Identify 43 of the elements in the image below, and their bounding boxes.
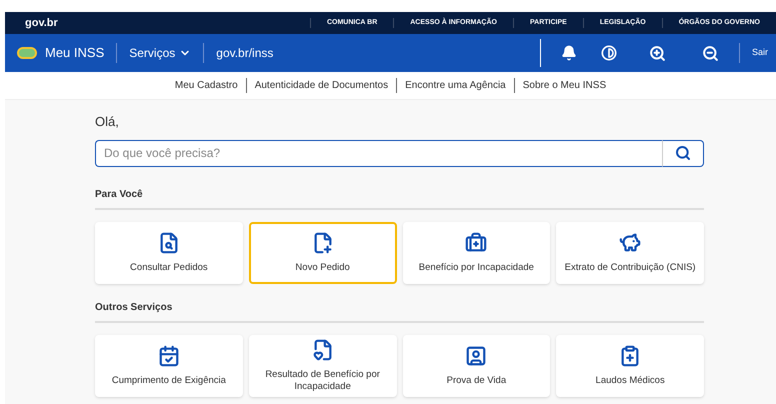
services-menu[interactable]: Serviços bbox=[129, 44, 192, 62]
service-card[interactable]: Prova de Vida bbox=[402, 334, 550, 396]
site-url: gov.br/inss bbox=[216, 45, 274, 62]
inss-logo-icon bbox=[17, 47, 37, 59]
search-field[interactable]: Do que você precisa? bbox=[95, 140, 662, 166]
contrast-icon[interactable] bbox=[600, 45, 617, 61]
card-label: Prova de Vida bbox=[446, 374, 506, 386]
clipboard-plus-icon bbox=[619, 344, 642, 367]
app-title[interactable]: Meu INSS bbox=[45, 43, 104, 63]
service-card[interactable]: Consultar Pedidos bbox=[95, 222, 243, 284]
card-label: Laudos Médicos bbox=[596, 374, 665, 386]
card-label: Novo Pedido bbox=[295, 262, 350, 274]
service-card[interactable]: Cumprimento de Exigência bbox=[95, 334, 243, 396]
zoom-out-icon[interactable] bbox=[702, 44, 719, 62]
card-label: Cumprimento de Exigência bbox=[112, 374, 226, 386]
card-label: Consultar Pedidos bbox=[130, 262, 208, 274]
card-label: Extrato de Contribuição (CNIS) bbox=[564, 262, 696, 274]
calendar-check-icon bbox=[158, 344, 180, 367]
person-icon bbox=[465, 344, 488, 367]
nav-link[interactable]: Sobre o Meu INSS bbox=[522, 80, 606, 91]
service-card[interactable]: Extrato de Contribuição (CNIS) bbox=[556, 222, 704, 284]
card-label: Resultado de Benefício por Incapacidade bbox=[264, 368, 381, 392]
nav-link[interactable]: Autenticidade de Documentos bbox=[254, 80, 388, 91]
nav-link[interactable]: Encontre uma Agência bbox=[405, 80, 506, 91]
card-label: Benefício por Incapacidade bbox=[418, 262, 534, 274]
search-icon[interactable] bbox=[675, 145, 691, 161]
piggy-bank-icon bbox=[619, 232, 642, 254]
service-card[interactable]: Novo Pedido bbox=[248, 222, 396, 284]
govbr-logo[interactable]: gov.br bbox=[25, 14, 58, 32]
document-magnifier-icon bbox=[158, 232, 180, 254]
medical-kit-icon bbox=[465, 232, 488, 254]
nav-link[interactable]: Meu Cadastro bbox=[174, 80, 238, 91]
document-heart-icon bbox=[312, 338, 334, 361]
section-title: Outros Serviços bbox=[95, 300, 704, 322]
zoom-in-icon[interactable] bbox=[648, 44, 666, 62]
section-title: Para Você bbox=[95, 186, 704, 210]
greeting: Olá, bbox=[95, 113, 120, 131]
service-card[interactable]: Laudos Médicos bbox=[556, 334, 704, 396]
service-card[interactable]: Resultado de Benefício por Incapacidade bbox=[248, 334, 396, 396]
notifications-icon[interactable] bbox=[560, 45, 577, 61]
logout-link[interactable]: Sair bbox=[752, 46, 768, 60]
document-plus-icon bbox=[312, 232, 334, 254]
service-card[interactable]: Benefício por Incapacidade bbox=[402, 222, 550, 284]
